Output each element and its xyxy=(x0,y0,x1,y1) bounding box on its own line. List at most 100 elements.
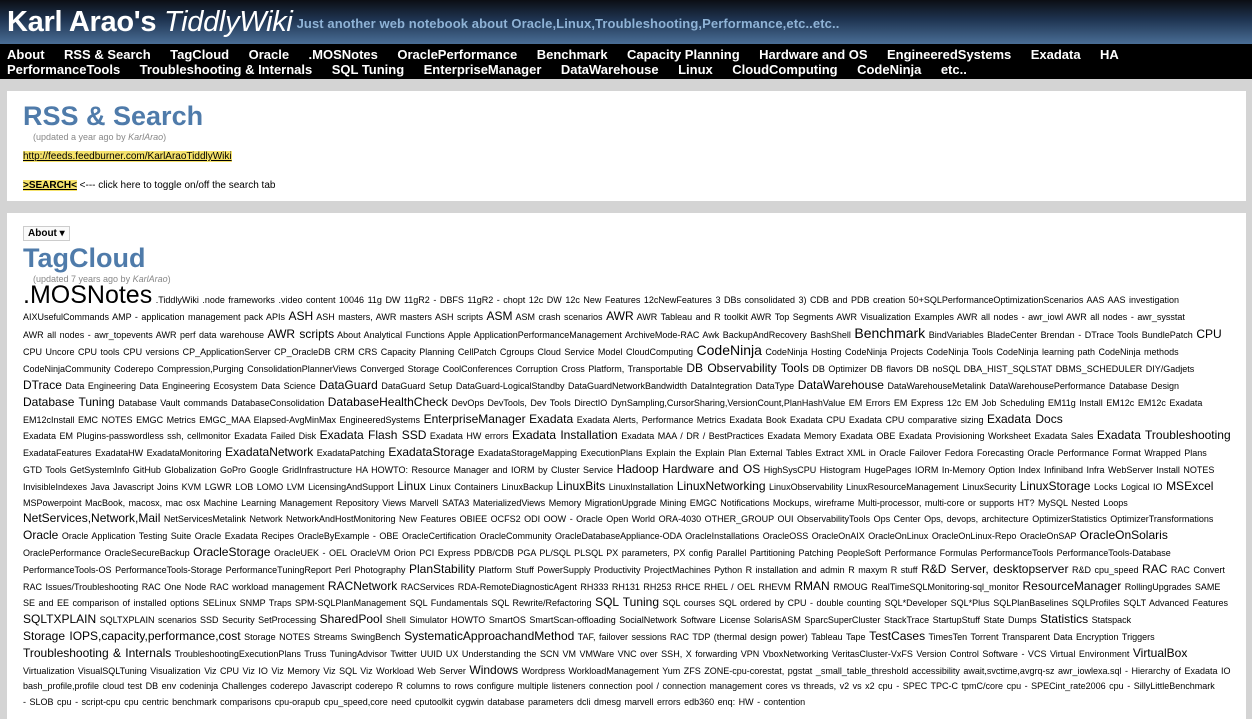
tag-link[interactable]: VboxNetworking xyxy=(763,649,829,659)
tag-link[interactable]: CRM xyxy=(334,347,355,357)
tag-link[interactable]: RH131 xyxy=(612,582,640,592)
tag-link[interactable]: SQL Tuning xyxy=(595,595,659,609)
tag-link[interactable]: Productivity xyxy=(594,565,641,575)
tag-link[interactable]: - VCS xyxy=(1021,649,1046,659)
tag-link[interactable]: Perl xyxy=(335,565,351,575)
tag-link[interactable]: Storage IOPS,capacity,performance,cost xyxy=(23,629,241,643)
tag-link[interactable]: ConsolidationPlannerViews xyxy=(247,364,356,374)
tag-link[interactable]: UX xyxy=(446,649,459,659)
tag-link[interactable]: SELinux xyxy=(203,598,237,608)
tag-link[interactable]: - SPECint_rate2006 xyxy=(1025,681,1106,691)
tag-link[interactable]: R stuff xyxy=(891,565,918,575)
tag-link[interactable]: DW xyxy=(385,295,400,305)
tag-link[interactable]: RAC One Node xyxy=(142,582,207,592)
tag-link[interactable]: OraclePerformance xyxy=(23,548,101,558)
tag-link[interactable]: 10046 xyxy=(339,295,364,305)
tag-link[interactable]: ASM xyxy=(486,309,512,323)
tag-link[interactable]: DBA_HIST_SQLSTAT xyxy=(964,364,1053,374)
tag-link[interactable]: StackTrace xyxy=(884,615,929,625)
tag-link[interactable]: Windows xyxy=(469,663,518,677)
tag-link[interactable]: enq: HW - contention xyxy=(718,697,806,707)
tag-link[interactable]: PlanStability xyxy=(409,562,475,576)
tag-link[interactable]: LinuxSecurity xyxy=(962,482,1016,492)
tag-link[interactable]: VirtualBox xyxy=(1133,646,1187,660)
tag-link[interactable]: ZFS xyxy=(684,666,701,676)
tag-link[interactable]: OracleOnSolaris xyxy=(1080,528,1168,542)
tag-link[interactable]: Exadata HW errors xyxy=(430,431,509,441)
tag-link[interactable]: HA xyxy=(356,465,368,475)
tag-link[interactable]: LVM xyxy=(287,482,305,492)
tag-link[interactable]: RealTimeSQLMonitoring-sql_monitor xyxy=(871,582,1019,592)
tag-link[interactable]: database parameters xyxy=(487,697,573,707)
tag-link[interactable]: - SillyLittleBenchmark xyxy=(1127,681,1215,691)
tag-link[interactable]: 11gR2 xyxy=(467,295,493,305)
tag-link[interactable]: R&D cpu_speed xyxy=(1072,565,1139,575)
menu-item[interactable]: Exadata xyxy=(1031,47,1081,62)
tag-link[interactable]: - DTrace Tools xyxy=(1078,330,1138,340)
tag-link[interactable]: DW xyxy=(547,295,562,305)
tag-link[interactable]: EM11g Install xyxy=(1048,398,1103,408)
tag-link[interactable]: SQL ordered by CPU xyxy=(719,598,807,608)
tag-link[interactable]: 12cNewFeatures xyxy=(644,295,712,305)
tag-link[interactable]: Nested Loops xyxy=(1071,498,1128,508)
tag-link[interactable]: HOWTO: Resource Manager and IORM by Clus… xyxy=(371,465,613,475)
tag-link[interactable]: SetProcessing xyxy=(258,615,316,625)
tag-link[interactable]: - SLOB xyxy=(23,697,54,707)
menu-item[interactable]: HA xyxy=(1100,47,1119,62)
tag-link[interactable]: Linux Containers xyxy=(429,482,498,492)
tag-link[interactable]: RHEVM xyxy=(758,582,791,592)
tag-link[interactable]: BackupAndRecovery xyxy=(723,330,807,340)
tag-link[interactable]: AWR Visualization xyxy=(836,312,911,322)
tag-link[interactable]: Twitter xyxy=(390,649,417,659)
tag-link[interactable]: 11g xyxy=(368,295,382,305)
tag-link[interactable]: Forecasting xyxy=(977,448,1024,458)
tag-link[interactable]: RAC workload management xyxy=(210,582,325,592)
tag-link[interactable]: DB Observability Tools xyxy=(686,361,809,375)
tag-link[interactable]: VeritasCluster-VxFS xyxy=(832,649,913,659)
menu-item[interactable]: Capacity Planning xyxy=(627,47,740,62)
tag-link[interactable]: ExadataFeatures xyxy=(23,448,92,458)
tag-link[interactable]: Corruption xyxy=(516,364,558,374)
tag-link[interactable]: SQL*Plus xyxy=(951,598,990,608)
menu-item[interactable]: PerformanceTools xyxy=(7,62,120,77)
tag-link[interactable]: TestCases xyxy=(869,629,925,643)
tag-link[interactable]: DataIntegration xyxy=(691,381,753,391)
rss-feed-link[interactable]: http://feeds.feedburner.com/KarlAraoTidd… xyxy=(23,151,232,162)
tag-link[interactable]: Exadata OBE xyxy=(840,431,896,441)
tag-link[interactable]: DatabaseHealthCheck xyxy=(328,395,448,409)
tag-link[interactable]: TAF, failover sessions xyxy=(578,632,667,642)
tag-link[interactable]: DataGuardNetworkBandwidth xyxy=(568,381,687,391)
tag-link[interactable]: .MOSNotes xyxy=(23,281,152,309)
tag-link[interactable]: DataWarehouseMetalink xyxy=(887,381,985,391)
tag-link[interactable]: Infiniband xyxy=(1044,465,1083,475)
tag-link[interactable]: Exadata Flash SSD xyxy=(320,428,427,442)
tag-link[interactable]: Exadata Memory xyxy=(767,431,836,441)
tag-link[interactable]: SQLTXPLAIN xyxy=(23,612,96,626)
tag-link[interactable]: Streams xyxy=(314,632,348,642)
tag-link[interactable]: - script-cpu xyxy=(75,697,121,707)
tag-link[interactable]: cloud test xyxy=(103,681,143,691)
tag-link[interactable]: RHEL / OEL xyxy=(704,582,755,592)
tag-link[interactable]: PX parameters, PX config xyxy=(606,548,713,558)
tag-link[interactable]: CPU tools xyxy=(78,347,120,357)
tag-link[interactable]: Orion xyxy=(394,548,416,558)
tag-link[interactable]: SmartOS xyxy=(489,615,526,625)
tag-link[interactable]: Locks xyxy=(1094,482,1118,492)
site-title-italic[interactable]: TiddlyWiki xyxy=(164,6,293,38)
tag-link[interactable]: Statspack xyxy=(1092,615,1132,625)
tag-link[interactable]: 11gR2 xyxy=(404,295,430,305)
tag-link[interactable]: AWR xyxy=(606,309,634,323)
tag-link[interactable]: ASM crash scenarios xyxy=(516,312,603,322)
tag-link[interactable]: AWR Tableau and R toolkit xyxy=(637,312,748,322)
tag-link[interactable]: NetServices,Network,Mail xyxy=(23,511,160,525)
tag-link[interactable]: Failover xyxy=(909,448,941,458)
tag-link[interactable]: Transparent Data Encryption xyxy=(1002,632,1119,642)
tag-link[interactable]: Exadata Docs xyxy=(987,412,1063,426)
tag-link[interactable]: configure multiple listeners xyxy=(477,681,586,691)
tag-link[interactable]: OracleByExample xyxy=(297,531,369,541)
tag-link[interactable]: BladeCenter xyxy=(987,330,1037,340)
tag-link[interactable]: LGWR xyxy=(205,482,232,492)
tag-link[interactable]: OracleVM xyxy=(350,548,390,558)
tag-link[interactable]: CodeNinja methods xyxy=(1099,347,1179,357)
tag-link[interactable]: HOWTO xyxy=(451,615,485,625)
